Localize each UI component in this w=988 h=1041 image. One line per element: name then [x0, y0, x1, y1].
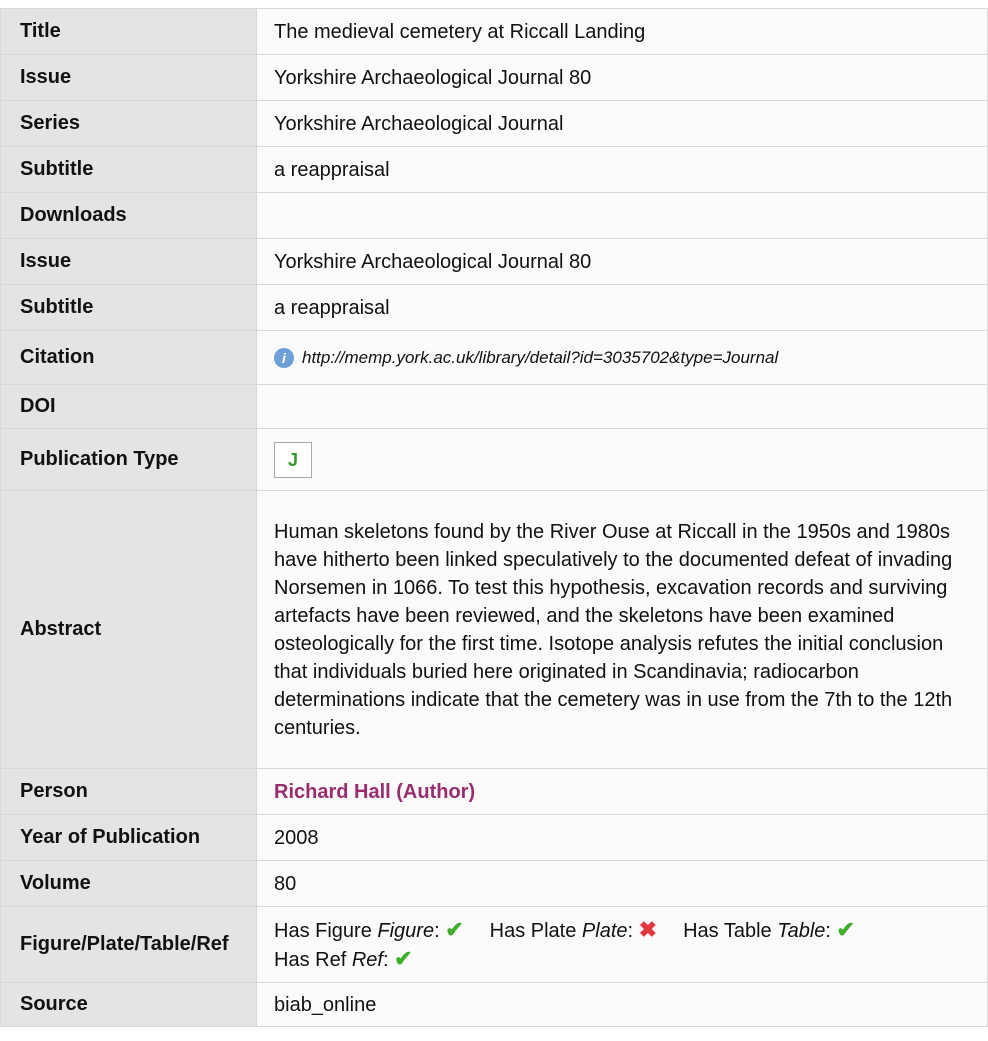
table-flag-term: Table	[777, 919, 826, 942]
publication-type-cell: J	[256, 428, 988, 491]
subtitle-label: Subtitle	[0, 146, 257, 193]
table-flag: Has Table Table: ✔	[683, 916, 855, 942]
row-subtitle: Subtitle a reappraisal	[0, 146, 988, 193]
figure-flag-colon: :	[434, 919, 440, 942]
row-publication-type: Publication Type J	[0, 428, 988, 491]
row-downloads: Downloads	[0, 192, 988, 239]
row-source: Source biab_online	[0, 982, 988, 1027]
check-icon: ✔	[836, 916, 855, 942]
plate-flag-prefix: Has Plate	[489, 919, 582, 942]
person-label: Person	[0, 768, 257, 815]
person-cell: Richard Hall (Author)	[256, 768, 988, 815]
subtitle-value-2: a reappraisal	[256, 284, 988, 331]
row-volume: Volume 80	[0, 860, 988, 907]
issue-value: Yorkshire Archaeological Journal 80	[256, 54, 988, 101]
figures-cell: Has Figure Figure: ✔ Has Plate Plate: ✖ Ha…	[256, 906, 988, 983]
row-issue-2: Issue Yorkshire Archaeological Journal 8…	[0, 238, 988, 285]
ref-flag-prefix: Has Ref	[274, 948, 352, 971]
year-label: Year of Publication	[0, 814, 257, 861]
record-details-table: Title The medieval cemetery at Riccall L…	[0, 8, 988, 1027]
ref-flag: Has Ref Ref: ✔	[274, 945, 413, 971]
abstract-text: Human skeletons found by the River Ouse …	[256, 490, 988, 769]
check-icon: ✔	[394, 945, 413, 971]
subtitle-label-2: Subtitle	[0, 284, 257, 331]
row-figures: Figure/Plate/Table/Ref Has Figure Figure…	[0, 906, 988, 983]
source-label: Source	[0, 982, 257, 1027]
figure-flag-prefix: Has Figure	[274, 919, 378, 942]
row-issue: Issue Yorkshire Archaeological Journal 8…	[0, 54, 988, 101]
row-series: Series Yorkshire Archaeological Journal	[0, 100, 988, 147]
citation-cell: i http://memp.york.ac.uk/library/detail?i…	[256, 330, 988, 385]
cross-icon: ✖	[638, 916, 658, 942]
check-icon: ✔	[445, 916, 464, 942]
row-title: Title The medieval cemetery at Riccall L…	[0, 8, 988, 55]
source-value: biab_online	[256, 982, 988, 1027]
doi-label: DOI	[0, 384, 257, 429]
table-flag-colon: :	[825, 919, 831, 942]
row-citation: Citation i http://memp.york.ac.uk/library…	[0, 330, 988, 385]
volume-label: Volume	[0, 860, 257, 907]
figures-label: Figure/Plate/Table/Ref	[0, 906, 257, 983]
citation-label: Citation	[0, 330, 257, 385]
plate-flag-colon: :	[627, 919, 634, 942]
table-flag-prefix: Has Table	[683, 919, 778, 942]
series-value: Yorkshire Archaeological Journal	[256, 100, 988, 147]
publication-type-label: Publication Type	[0, 428, 257, 491]
person-link[interactable]: Richard Hall (Author)	[274, 781, 475, 803]
plate-flag-term: Plate	[581, 919, 628, 942]
row-abstract: Abstract Human skeletons found by the Ri…	[0, 490, 988, 769]
info-icon[interactable]: i	[274, 347, 294, 368]
series-label: Series	[0, 100, 257, 147]
abstract-label: Abstract	[0, 490, 257, 769]
issue-label-2: Issue	[0, 238, 257, 285]
issue-value-2: Yorkshire Archaeological Journal 80	[256, 238, 988, 285]
volume-value: 80	[256, 860, 988, 907]
doi-value	[256, 384, 988, 429]
subtitle-value: a reappraisal	[256, 146, 988, 193]
figure-flag: Has Figure Figure: ✔	[274, 916, 464, 942]
ref-flag-colon: :	[382, 948, 389, 971]
row-doi: DOI	[0, 384, 988, 429]
year-value: 2008	[256, 814, 988, 861]
downloads-label: Downloads	[0, 192, 257, 239]
ref-flag-term: Ref	[351, 948, 383, 971]
downloads-value	[256, 192, 988, 239]
plate-flag: Has Plate Plate: ✖	[489, 916, 658, 942]
title-label: Title	[0, 8, 257, 55]
row-person: Person Richard Hall (Author)	[0, 768, 988, 815]
figure-flag-term: Figure	[377, 919, 435, 942]
row-subtitle-2: Subtitle a reappraisal	[0, 284, 988, 331]
publication-type-badge: J	[274, 441, 312, 478]
citation-link[interactable]: http://memp.york.ac.uk/library/detail?id…	[302, 348, 778, 367]
issue-label: Issue	[0, 54, 257, 101]
row-year: Year of Publication 2008	[0, 814, 988, 861]
title-value: The medieval cemetery at Riccall Landing	[256, 8, 988, 55]
